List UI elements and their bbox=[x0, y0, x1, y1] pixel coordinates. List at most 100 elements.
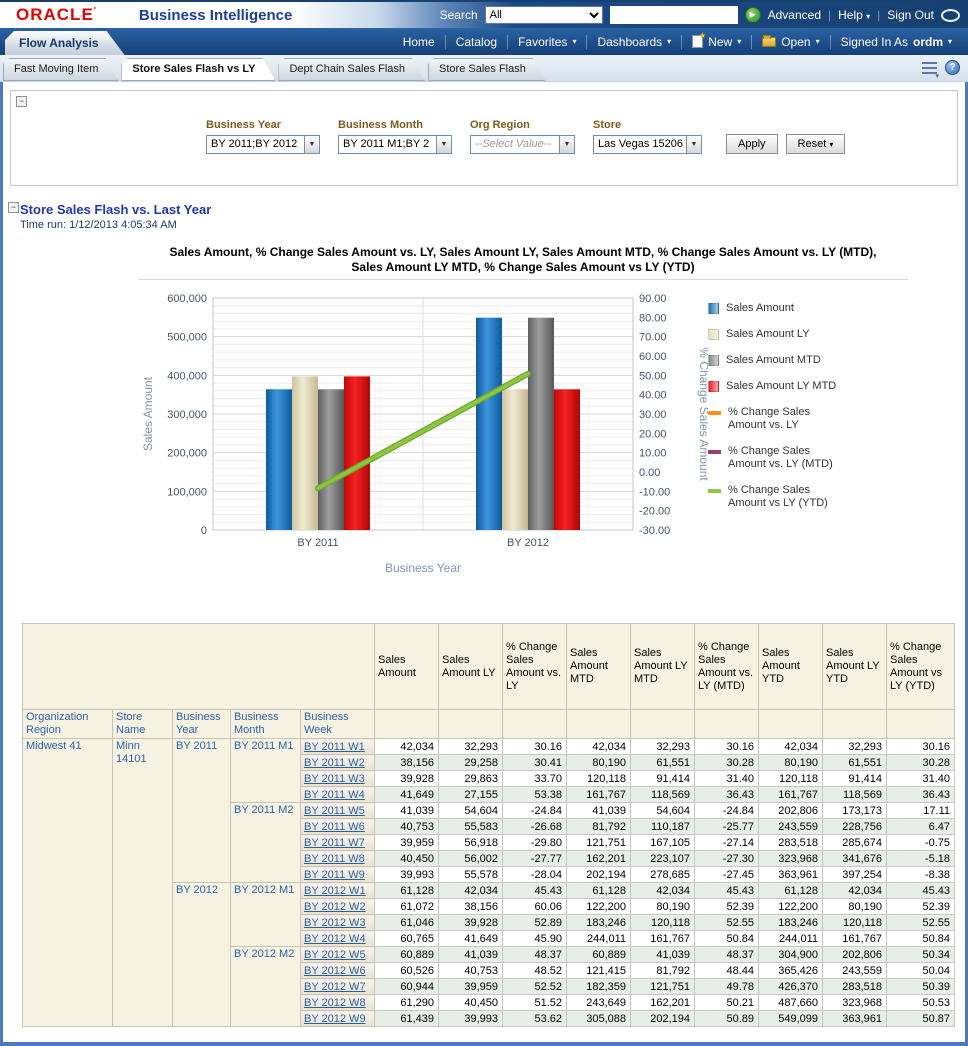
measure-value-cell: 122,200 bbox=[759, 899, 823, 915]
column-header[interactable]: Business Week bbox=[301, 710, 375, 739]
column-header[interactable]: Sales Amount LY YTD bbox=[823, 624, 887, 710]
business-week-link[interactable]: BY 2011 W6 bbox=[304, 821, 365, 833]
prompt-dropdown[interactable]: --Select Value--▼ bbox=[470, 135, 575, 154]
business-week-link[interactable]: BY 2012 W3 bbox=[304, 917, 366, 929]
measure-value-cell: 202,194 bbox=[631, 1011, 695, 1027]
measure-value-cell: 167,105 bbox=[631, 835, 695, 851]
measure-value-cell: 162,201 bbox=[567, 851, 631, 867]
measure-value-cell: 31.40 bbox=[695, 771, 759, 787]
business-week-link[interactable]: BY 2012 W7 bbox=[304, 981, 366, 993]
bar-sales-amount-ly bbox=[502, 389, 528, 530]
measure-value-cell: 45.43 bbox=[503, 883, 567, 899]
chevron-down-icon[interactable]: ▼ bbox=[686, 136, 701, 153]
business-week-link[interactable]: BY 2012 W4 bbox=[304, 933, 366, 945]
prompt-dropdown[interactable]: Las Vegas 15206▼ bbox=[593, 135, 702, 154]
business-week-link[interactable]: BY 2012 W5 bbox=[304, 949, 366, 961]
nav-item-signed-in-as[interactable]: Signed In Asordm▾ bbox=[831, 35, 962, 49]
business-week-link[interactable]: BY 2012 W2 bbox=[304, 901, 366, 913]
search-scope-select[interactable]: All bbox=[485, 6, 603, 24]
svg-text:% Change Sales Amount: % Change Sales Amount bbox=[697, 347, 708, 481]
column-header[interactable]: Organization Region bbox=[23, 710, 113, 739]
dimension-header-row: Organization RegionStore NameBusiness Ye… bbox=[23, 710, 955, 739]
page-options-icon[interactable] bbox=[922, 62, 937, 74]
column-header[interactable]: Business Month bbox=[231, 710, 301, 739]
measure-value-cell: 40,450 bbox=[439, 995, 503, 1011]
nav-item-home[interactable]: Home bbox=[393, 35, 445, 49]
prompt-dropdown[interactable]: BY 2011 M1;BY 2▼ bbox=[338, 135, 452, 154]
measure-value-cell: 50.84 bbox=[695, 931, 759, 947]
column-header[interactable]: Sales Amount YTD bbox=[759, 624, 823, 710]
collapse-report-icon[interactable]: − bbox=[8, 202, 19, 213]
column-header[interactable]: Business Year bbox=[173, 710, 231, 739]
business-week-cell: BY 2011 W3 bbox=[301, 771, 375, 787]
advanced-link[interactable]: Advanced bbox=[768, 8, 821, 22]
apply-button[interactable]: Apply bbox=[726, 134, 778, 154]
bar-sales-amount bbox=[476, 318, 502, 530]
measure-value-cell: 61,072 bbox=[375, 899, 439, 915]
sign-out-link[interactable]: Sign Out bbox=[887, 8, 934, 22]
measure-value-cell: 31.40 bbox=[887, 771, 955, 787]
measure-value-cell: 48.37 bbox=[695, 947, 759, 963]
measure-value-cell: 36.43 bbox=[695, 787, 759, 803]
business-month-cell: BY 2012 M2 bbox=[231, 947, 301, 1027]
measure-value-cell: 60,889 bbox=[375, 947, 439, 963]
measure-value-cell: 48.44 bbox=[695, 963, 759, 979]
legend-item: Sales Amount LY MTD bbox=[708, 380, 878, 393]
chevron-down-icon[interactable]: ▼ bbox=[436, 136, 451, 153]
nav-item-open[interactable]: Open▾ bbox=[752, 35, 829, 49]
chevron-down-icon[interactable]: ▼ bbox=[559, 136, 574, 153]
measure-value-cell: 29,258 bbox=[439, 755, 503, 771]
tab-store-sales-flash-vs-ly[interactable]: Store Sales Flash vs LY bbox=[121, 58, 275, 81]
product-title: Business Intelligence bbox=[139, 7, 292, 24]
business-week-cell: BY 2012 W4 bbox=[301, 931, 375, 947]
tab-dept-chain-sales-flash[interactable]: Dept Chain Sales Flash bbox=[278, 58, 425, 81]
column-header[interactable]: Sales Amount LY bbox=[439, 624, 503, 710]
column-header[interactable]: % Change Sales Amount vs LY (YTD) bbox=[887, 624, 955, 710]
help-menu[interactable]: Help ▾ bbox=[838, 8, 870, 22]
measure-value-cell: 161,767 bbox=[759, 787, 823, 803]
chevron-down-icon: ▾ bbox=[667, 37, 671, 46]
business-week-link[interactable]: BY 2011 W3 bbox=[304, 773, 365, 785]
nav-item-new[interactable]: New▾ bbox=[682, 35, 751, 49]
time-run-label: Time run: 1/12/2013 4:05:34 AM bbox=[20, 219, 958, 231]
measure-value-cell: 202,194 bbox=[567, 867, 631, 883]
business-week-link[interactable]: BY 2011 W4 bbox=[304, 789, 365, 801]
column-header[interactable]: Sales Amount LY MTD bbox=[631, 624, 695, 710]
business-week-link[interactable]: BY 2012 W9 bbox=[304, 1013, 366, 1025]
measure-value-cell: 304,900 bbox=[759, 947, 823, 963]
measure-value-cell: 42,034 bbox=[439, 883, 503, 899]
reset-button[interactable]: Reset ▾ bbox=[786, 134, 846, 154]
column-header[interactable]: Sales Amount bbox=[375, 624, 439, 710]
search-go-icon[interactable]: ▶ bbox=[745, 7, 761, 23]
measure-value-cell: 323,968 bbox=[823, 995, 887, 1011]
business-week-link[interactable]: BY 2012 W6 bbox=[304, 965, 366, 977]
nav-item-favorites[interactable]: Favorites▾ bbox=[508, 35, 586, 49]
measure-value-cell: -28.04 bbox=[503, 867, 567, 883]
business-week-link[interactable]: BY 2012 W1 bbox=[304, 885, 366, 897]
measure-value-cell: 91,414 bbox=[631, 771, 695, 787]
search-input[interactable] bbox=[610, 6, 738, 24]
business-week-link[interactable]: BY 2011 W1 bbox=[304, 741, 365, 753]
tab-fast-moving-item[interactable]: Fast Moving Item bbox=[3, 58, 118, 81]
nav-item-dashboards[interactable]: Dashboards▾ bbox=[587, 35, 681, 49]
chevron-down-icon[interactable]: ▼ bbox=[304, 136, 319, 153]
column-header[interactable]: % Change Sales Amount vs. LY (MTD) bbox=[695, 624, 759, 710]
prompt-dropdown[interactable]: BY 2011;BY 2012▼ bbox=[206, 135, 320, 154]
nav-item-catalog[interactable]: Catalog bbox=[446, 35, 507, 49]
column-header[interactable]: Store Name bbox=[113, 710, 173, 739]
business-week-link[interactable]: BY 2011 W9 bbox=[304, 869, 365, 881]
business-week-link[interactable]: BY 2011 W7 bbox=[304, 837, 365, 849]
measure-value-cell: 118,569 bbox=[631, 787, 695, 803]
measure-value-cell: 50.04 bbox=[887, 963, 955, 979]
dashboard-tab-flow-analysis[interactable]: Flow Analysis bbox=[5, 31, 125, 55]
tab-store-sales-flash[interactable]: Store Sales Flash bbox=[428, 58, 546, 81]
column-header[interactable]: Sales Amount MTD bbox=[567, 624, 631, 710]
table-row: Midwest 41Minn 14101BY 2011BY 2011 M1BY … bbox=[23, 739, 955, 755]
business-week-link[interactable]: BY 2011 W5 bbox=[304, 805, 365, 817]
column-header[interactable]: % Change Sales Amount vs. LY bbox=[503, 624, 567, 710]
business-week-link[interactable]: BY 2011 W8 bbox=[304, 853, 365, 865]
business-week-link[interactable]: BY 2011 W2 bbox=[304, 757, 365, 769]
collapse-prompts-icon[interactable]: − bbox=[16, 96, 27, 107]
business-week-link[interactable]: BY 2012 W8 bbox=[304, 997, 366, 1009]
help-icon[interactable]: ? bbox=[945, 60, 960, 75]
